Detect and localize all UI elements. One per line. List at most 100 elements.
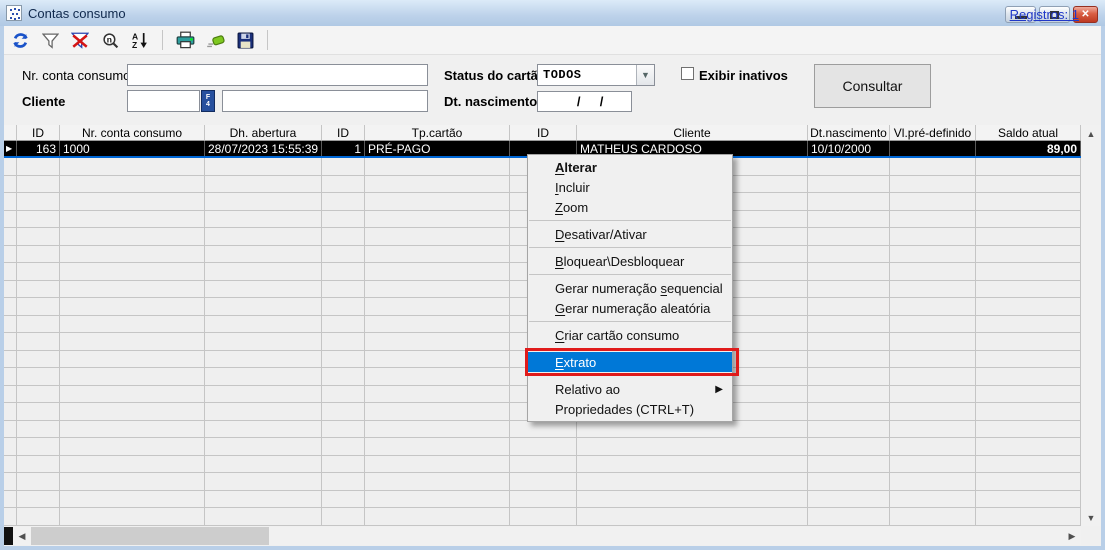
nr-conta-input[interactable] [127, 64, 428, 86]
grid-cell[interactable] [60, 421, 205, 439]
grid-cell[interactable] [322, 351, 365, 369]
grid-cell[interactable] [205, 508, 322, 526]
column-header[interactable]: ID [510, 125, 577, 141]
grid-cell[interactable]: 1 [322, 141, 365, 156]
grid-cell[interactable] [60, 438, 205, 456]
grid-cell[interactable] [808, 368, 890, 386]
grid-cell[interactable] [808, 228, 890, 246]
column-header[interactable]: Dh. abertura [205, 125, 322, 141]
grid-cell[interactable] [808, 473, 890, 491]
grid-cell[interactable] [890, 333, 976, 351]
grid-cell[interactable] [4, 421, 17, 439]
grid-cell[interactable]: PRÉ-PAGO [365, 141, 510, 156]
grid-cell[interactable] [808, 438, 890, 456]
grid-cell[interactable] [17, 456, 60, 474]
grid-cell[interactable] [322, 473, 365, 491]
grid-cell[interactable] [808, 246, 890, 264]
grid-cell[interactable] [205, 228, 322, 246]
grid-cell[interactable] [17, 176, 60, 194]
grid-cell[interactable] [976, 298, 1081, 316]
grid-cell[interactable] [4, 438, 17, 456]
empty-grid-row[interactable] [4, 508, 1081, 526]
vertical-scrollbar[interactable]: ▲ ▼ [1081, 125, 1101, 526]
grid-cell[interactable] [808, 316, 890, 334]
sort-az-icon[interactable]: AZ [130, 30, 150, 50]
grid-cell[interactable] [17, 246, 60, 264]
grid-cell[interactable] [322, 263, 365, 281]
grid-cell[interactable] [60, 298, 205, 316]
grid-header-row[interactable]: IDNr. conta consumoDh. aberturaIDTp.cart… [4, 125, 1081, 141]
grid-cell[interactable] [205, 211, 322, 229]
grid-cell[interactable] [205, 351, 322, 369]
grid-cell[interactable] [4, 333, 17, 351]
grid-cell[interactable] [365, 473, 510, 491]
grid-cell[interactable] [17, 193, 60, 211]
grid-cell[interactable] [890, 316, 976, 334]
grid-cell[interactable] [4, 193, 17, 211]
grid-cell[interactable] [60, 263, 205, 281]
grid-cell[interactable] [510, 421, 577, 439]
grid-cell[interactable]: 1000 [60, 141, 205, 156]
grid-cell[interactable] [808, 386, 890, 404]
grid-cell[interactable] [808, 351, 890, 369]
grid-cell[interactable] [890, 491, 976, 509]
grid-cell[interactable] [808, 491, 890, 509]
menu-item-relativo-ao[interactable]: Relativo ao▶ [528, 379, 732, 399]
horizontal-scrollbar[interactable]: ◀ ▶ [4, 527, 1081, 545]
grid-cell[interactable] [4, 228, 17, 246]
grid-cell[interactable] [322, 158, 365, 176]
grid-cell[interactable] [205, 368, 322, 386]
grid-cell[interactable] [808, 211, 890, 229]
grid-cell[interactable] [60, 386, 205, 404]
grid-cell[interactable] [365, 158, 510, 176]
grid-cell[interactable] [365, 263, 510, 281]
grid-cell[interactable] [976, 368, 1081, 386]
title-bar[interactable]: Contas consumo ✕ [0, 0, 1105, 26]
grid-cell[interactable] [808, 158, 890, 176]
grid-cell[interactable] [60, 211, 205, 229]
grid-cell[interactable] [322, 211, 365, 229]
grid-cell[interactable] [205, 403, 322, 421]
grid-cell[interactable] [976, 438, 1081, 456]
grid-cell[interactable] [205, 456, 322, 474]
column-header[interactable]: Dt.nascimento [808, 125, 890, 141]
grid-cell[interactable] [4, 211, 17, 229]
grid-cell[interactable] [365, 333, 510, 351]
grid-cell[interactable] [510, 456, 577, 474]
grid-cell[interactable] [890, 246, 976, 264]
grid-cell[interactable] [60, 351, 205, 369]
grid-cell[interactable] [808, 403, 890, 421]
grid-cell[interactable] [976, 508, 1081, 526]
menu-item-alterar[interactable]: Alterar [528, 157, 732, 177]
menu-item-gerar-numera-o-sequencial[interactable]: Gerar numeração sequencial [528, 278, 732, 298]
grid-cell[interactable] [4, 473, 17, 491]
grid-cell[interactable]: 163 [17, 141, 60, 156]
grid-cell[interactable] [4, 298, 17, 316]
grid-cell[interactable] [4, 316, 17, 334]
grid-cell[interactable] [60, 176, 205, 194]
refresh-icon[interactable] [10, 30, 30, 50]
grid-cell[interactable] [890, 158, 976, 176]
grid-cell[interactable] [4, 456, 17, 474]
grid-cell[interactable] [322, 193, 365, 211]
column-header[interactable]: Vl.pré-definido [890, 125, 976, 141]
column-header[interactable]: ID [322, 125, 365, 141]
grid-cell[interactable] [890, 193, 976, 211]
scroll-left-icon[interactable]: ◀ [13, 527, 31, 545]
grid-cell[interactable] [17, 438, 60, 456]
grid-cell[interactable] [205, 386, 322, 404]
grid-cell[interactable] [17, 263, 60, 281]
grid-cell[interactable]: 28/07/2023 15:55:39 [205, 141, 322, 156]
grid-cell[interactable] [322, 386, 365, 404]
grid-cell[interactable]: 10/10/2000 [808, 141, 890, 156]
grid-cell[interactable] [60, 158, 205, 176]
grid-cell[interactable] [205, 438, 322, 456]
grid-cell[interactable] [17, 333, 60, 351]
grid-cell[interactable] [205, 263, 322, 281]
grid-cell[interactable] [365, 176, 510, 194]
grid-cell[interactable] [365, 491, 510, 509]
cliente-lookup-button[interactable]: F4 [201, 90, 215, 112]
grid-cell[interactable] [4, 491, 17, 509]
empty-grid-row[interactable] [4, 438, 1081, 456]
grid-cell[interactable] [577, 473, 808, 491]
